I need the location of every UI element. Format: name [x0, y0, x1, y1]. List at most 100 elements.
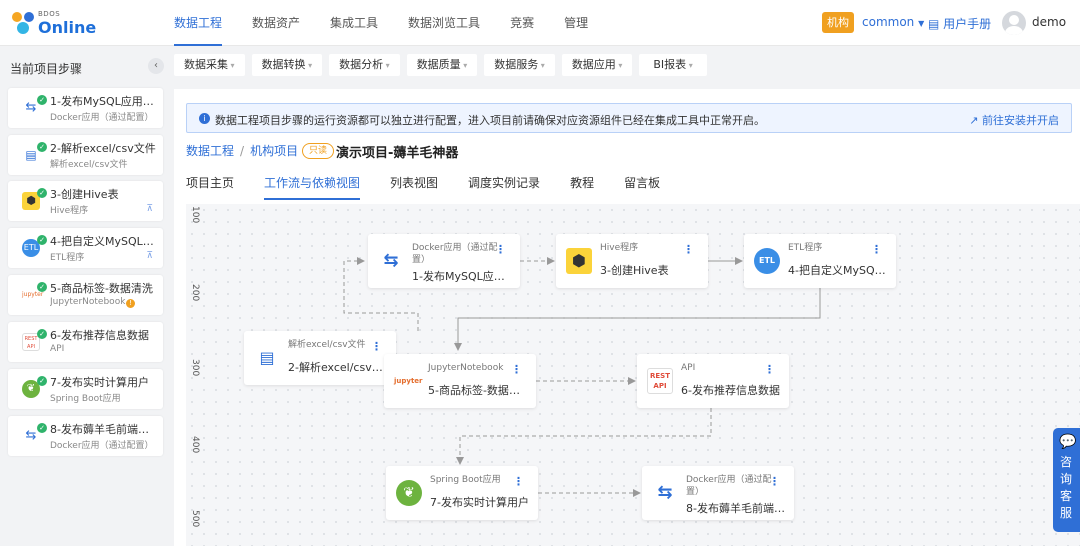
org-selector-label: common	[862, 15, 915, 29]
more-icon[interactable]: ⋮	[764, 363, 775, 376]
workflow-node-2[interactable]: ▤ 解析excel/csv文件 2-解析excel/csv文件 ⋮	[244, 331, 396, 385]
tab-tutorial[interactable]: 教程	[570, 174, 594, 200]
workflow-node-1[interactable]: ⇆ Docker应用（通过配置） 1-发布MySQL应用服务 ⋮	[368, 234, 520, 288]
node-type: Spring Boot应用	[430, 475, 501, 485]
workflow-node-8[interactable]: ⇆ Docker应用（通过配置） 8-发布薅羊毛前端应用 ⋮	[642, 466, 794, 520]
org-badge: 机构	[822, 12, 854, 33]
top-navigation-bar: BDOS Online 数据工程 数据资产 集成工具 数据浏览工具 竞赛 管理 …	[0, 0, 1080, 46]
nav-data-browse-tools[interactable]: 数据浏览工具	[408, 0, 480, 46]
avatar[interactable]	[1002, 11, 1026, 35]
check-icon: ✓	[37, 329, 47, 339]
node-title: 2-解析excel/csv文件	[288, 361, 388, 374]
check-icon: ✓	[37, 376, 47, 386]
etl-icon: ETL	[754, 248, 780, 274]
edge-6-7	[456, 408, 712, 465]
jupyter-icon: jupyter	[394, 377, 423, 385]
filter-data-service[interactable]: 数据服务	[484, 54, 555, 76]
consult-label: 咨询客服	[1060, 455, 1073, 520]
tab-home[interactable]: 项目主页	[186, 174, 234, 200]
more-icon[interactable]: ⋮	[511, 363, 522, 376]
more-icon[interactable]: ⋮	[513, 475, 524, 488]
step-title: 1-发布MySQL应用服务	[50, 95, 158, 108]
breadcrumb-separator: /	[240, 144, 245, 158]
filter-data-quality[interactable]: 数据质量	[406, 54, 478, 76]
breadcrumb-root[interactable]: 数据工程	[186, 144, 234, 158]
username[interactable]: demo	[1032, 15, 1066, 29]
more-icon[interactable]: ⋮	[871, 243, 882, 256]
check-icon: ✓	[37, 95, 47, 105]
tab-workflow-view[interactable]: 工作流与依赖视图	[264, 174, 361, 200]
api-icon: REST API	[647, 368, 673, 394]
workflow-node-4[interactable]: ETL ETL程序 4-把自定义MySQL数据 ⋮	[744, 234, 896, 288]
step-title: 8-发布薅羊毛前端应用	[50, 423, 158, 436]
step-title: 4-把自定义MySQL数据	[50, 235, 158, 248]
caret-down-icon: ▼	[918, 19, 925, 28]
step-item-2[interactable]: ▤ ✓ 2-解析excel/csv文件 解析excel/csv文件	[8, 135, 163, 175]
nav-management[interactable]: 管理	[564, 0, 588, 46]
node-type: Docker应用（通过配置）	[412, 243, 498, 265]
step-item-6[interactable]: REST API ✓ 6-发布推荐信息数据 API	[8, 322, 163, 362]
tab-schedule-records[interactable]: 调度实例记录	[468, 174, 540, 200]
project-content: i 数据工程项目步骤的运行资源都可以独立进行配置，进入项目前请确保对应资源组件已…	[174, 89, 1080, 546]
logo-icon	[12, 12, 34, 34]
step-title: 5-商品标签-数据清洗	[50, 282, 153, 295]
main-area: 数据采集 数据转换 数据分析 数据质量 数据服务 数据应用 BI报表 i 数据工…	[174, 46, 1080, 546]
more-icon[interactable]: ⋮	[683, 243, 694, 256]
nav-integration-tools[interactable]: 集成工具	[330, 0, 378, 46]
info-notice: i 数据工程项目步骤的运行资源都可以独立进行配置，进入项目前请确保对应资源组件已…	[186, 103, 1072, 133]
step-subtitle: JupyterNotebook	[50, 297, 126, 307]
workflow-node-5[interactable]: jupyter JupyterNotebook 5-商品标签-数据清洗 ⋮	[384, 354, 536, 408]
filter-data-transform[interactable]: 数据转换	[251, 54, 323, 76]
docker-icon: ⇆	[657, 482, 673, 503]
workflow-node-7[interactable]: ❦ Spring Boot应用 7-发布实时计算用户 ⋮	[386, 466, 538, 520]
more-icon[interactable]: ⋮	[371, 340, 382, 353]
step-title: 7-发布实时计算用户	[50, 376, 149, 389]
user-manual-label: 用户手册	[943, 17, 992, 31]
nav-data-engineering[interactable]: 数据工程	[174, 0, 223, 46]
tab-list-view[interactable]: 列表视图	[390, 174, 438, 200]
step-subtitle: Docker应用（通过配置）	[50, 113, 150, 123]
user-manual-link[interactable]: ▤ 用户手册	[928, 15, 991, 32]
chat-icon: 💬	[1059, 434, 1077, 450]
tree-icon: ⊼	[146, 204, 153, 214]
consult-button[interactable]: 💬 咨询客服	[1053, 428, 1080, 532]
workflow-node-6[interactable]: REST API API 6-发布推荐信息数据 ⋮	[637, 354, 789, 408]
step-item-5[interactable]: jupyter ✓ 5-商品标签-数据清洗 JupyterNotebook !	[8, 275, 163, 315]
install-link[interactable]: ↗ 前往安装并开启	[969, 112, 1059, 128]
info-icon: i	[199, 113, 210, 124]
edge-4-5	[454, 288, 821, 351]
tab-message-board[interactable]: 留言板	[624, 174, 660, 200]
chevron-left-icon[interactable]: ‹	[148, 58, 164, 74]
external-link-icon: ↗	[969, 114, 979, 127]
nav-competition[interactable]: 竞赛	[510, 0, 534, 46]
node-title: 7-发布实时计算用户	[430, 496, 529, 509]
filter-bi-report[interactable]: BI报表	[639, 54, 707, 76]
more-icon[interactable]: ⋮	[769, 475, 780, 488]
step-subtitle: 解析excel/csv文件	[50, 160, 128, 170]
step-item-7[interactable]: ❦ ✓ 7-发布实时计算用户 Spring Boot应用	[8, 369, 163, 409]
more-icon[interactable]: ⋮	[495, 243, 506, 256]
node-title: 6-发布推荐信息数据	[681, 384, 780, 397]
node-title: 3-创建Hive表	[600, 264, 669, 277]
bdos-logo[interactable]: BDOS Online	[10, 8, 96, 38]
logo-name: Online	[38, 18, 97, 37]
breadcrumb-org[interactable]: 机构项目	[250, 144, 298, 158]
step-subtitle: ETL程序	[50, 253, 85, 263]
node-title: 8-发布薅羊毛前端应用	[686, 502, 786, 515]
org-selector[interactable]: common ▼	[862, 15, 924, 29]
filter-data-application[interactable]: 数据应用	[561, 54, 633, 76]
workflow-canvas[interactable]: 100 200 300 400 500 ⇆ Docker应用（通过配置） 1-发…	[186, 204, 1080, 546]
nav-data-assets[interactable]: 数据资产	[252, 0, 300, 46]
workflow-node-3[interactable]: ⬢ Hive程序 3-创建Hive表 ⋮	[556, 234, 708, 288]
readonly-badge: 只读	[302, 143, 335, 159]
step-item-3[interactable]: ⬢ ✓ 3-创建Hive表 Hive程序 ⊼	[8, 181, 163, 221]
step-item-8[interactable]: ⇆ ✓ 8-发布薅羊毛前端应用 Docker应用（通过配置）	[8, 416, 163, 456]
filter-data-analysis[interactable]: 数据分析	[329, 54, 400, 76]
step-item-4[interactable]: ETL ✓ 4-把自定义MySQL数据 ETL程序 ⊼	[8, 228, 163, 268]
warning-icon: !	[126, 299, 135, 308]
filter-data-collection[interactable]: 数据采集	[174, 54, 245, 76]
check-icon: ✓	[37, 423, 47, 433]
step-subtitle: Hive程序	[50, 206, 89, 216]
step-item-1[interactable]: ⇆ ✓ 1-发布MySQL应用服务 Docker应用（通过配置）	[8, 88, 163, 128]
node-type: API	[681, 363, 696, 373]
